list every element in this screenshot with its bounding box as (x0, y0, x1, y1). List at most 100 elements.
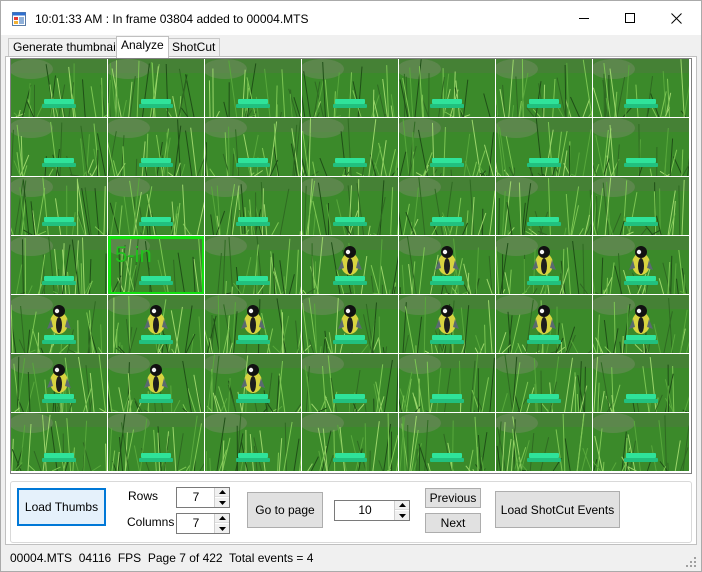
page-stepper-arrows (394, 501, 409, 520)
thumbnail-cell[interactable] (399, 59, 496, 118)
maximize-icon (625, 13, 635, 23)
thumbnail-cell[interactable] (108, 295, 205, 354)
thumbnail-cell[interactable] (496, 236, 593, 295)
thumbnail-image (11, 413, 107, 471)
thumbnail-cell[interactable] (205, 236, 302, 295)
thumbnail-cell[interactable] (496, 295, 593, 354)
page-stepper[interactable]: 10 (334, 500, 410, 521)
next-button[interactable]: Next (425, 513, 481, 533)
thumbnail-cell[interactable] (399, 236, 496, 295)
rows-down-button[interactable] (215, 498, 229, 507)
thumbnail-cell[interactable] (205, 413, 302, 472)
thumbnail-cell[interactable] (593, 354, 690, 413)
thumbnail-grid: 5-in (11, 59, 691, 473)
columns-stepper[interactable]: 7 (176, 513, 230, 534)
status-bar: 00004.MTS 04116 FPS Page 7 of 422 Total … (1, 547, 701, 571)
tab-strip: Generate thumbnails Analyze ShotCut (1, 35, 701, 58)
thumbnail-image (11, 236, 107, 294)
rows-up-button[interactable] (215, 488, 229, 497)
thumbnail-image (108, 59, 204, 117)
thumbnail-cell[interactable] (11, 295, 108, 354)
go-to-page-button[interactable]: Go to page (247, 492, 323, 528)
thumbnail-image (205, 236, 301, 294)
tab-generate-thumbnails[interactable]: Generate thumbnails (8, 38, 130, 57)
columns-up-button[interactable] (215, 514, 229, 523)
thumbnail-cell[interactable] (302, 354, 399, 413)
thumbnail-cell[interactable] (399, 177, 496, 236)
thumbnail-cell[interactable]: 5-in (108, 236, 205, 295)
thumbnail-cell[interactable] (108, 177, 205, 236)
thumbnail-cell[interactable] (399, 413, 496, 472)
resize-grip-icon[interactable] (685, 556, 697, 568)
thumbnail-cell[interactable] (399, 354, 496, 413)
status-text: 00004.MTS 04116 FPS Page 7 of 422 Total … (10, 551, 314, 565)
thumbnail-cell[interactable] (496, 413, 593, 472)
thumbnail-image (593, 236, 689, 294)
thumbnail-image (11, 118, 107, 176)
previous-button[interactable]: Previous (425, 488, 481, 508)
thumbnail-image (399, 118, 495, 176)
thumbnail-cell[interactable] (593, 177, 690, 236)
thumbnail-cell[interactable] (302, 236, 399, 295)
thumbnail-cell[interactable] (108, 354, 205, 413)
tab-shotcut[interactable]: ShotCut (167, 38, 221, 57)
app-window-icon[interactable] (12, 12, 26, 26)
thumbnail-cell[interactable] (496, 118, 593, 177)
thumbnail-cell[interactable] (11, 413, 108, 472)
page-down-button[interactable] (395, 511, 409, 520)
minimize-button[interactable] (561, 1, 607, 35)
thumbnail-image (496, 59, 592, 117)
rows-stepper[interactable]: 7 (176, 487, 230, 508)
thumbnail-cell[interactable] (205, 177, 302, 236)
thumbnail-cell[interactable] (11, 59, 108, 118)
thumbnail-cell[interactable] (302, 118, 399, 177)
thumbnail-cell[interactable] (205, 59, 302, 118)
thumbnail-cell[interactable] (593, 118, 690, 177)
thumbnail-cell[interactable] (593, 236, 690, 295)
thumbnail-image (11, 59, 107, 117)
thumbnail-image (11, 295, 107, 353)
thumbnail-cell[interactable] (205, 118, 302, 177)
thumbnail-cell[interactable] (496, 177, 593, 236)
thumbnail-cell[interactable] (302, 59, 399, 118)
thumbnail-cell[interactable] (399, 295, 496, 354)
thumbnail-image (496, 177, 592, 235)
window-title: 10:01:33 AM : In frame 03804 added to 00… (35, 12, 309, 26)
thumbnail-image (399, 59, 495, 117)
maximize-button[interactable] (607, 1, 653, 35)
thumbnail-cell[interactable] (11, 177, 108, 236)
thumbnail-cell[interactable] (108, 59, 205, 118)
thumbnail-cell[interactable] (399, 118, 496, 177)
thumbnail-cell[interactable] (108, 118, 205, 177)
page-up-button[interactable] (395, 501, 409, 510)
close-icon (670, 12, 682, 24)
thumbnail-cell[interactable] (593, 413, 690, 472)
thumbnail-image (11, 354, 107, 412)
thumbnail-cell[interactable] (11, 236, 108, 295)
thumbnail-cell[interactable] (11, 354, 108, 413)
thumbnail-cell[interactable] (205, 295, 302, 354)
chevron-up-icon (218, 490, 226, 494)
thumbnail-cell[interactable] (302, 413, 399, 472)
thumbnail-cell[interactable] (108, 413, 205, 472)
thumbnail-cell[interactable] (302, 295, 399, 354)
load-shotcut-events-button[interactable]: Load ShotCut Events (495, 491, 620, 528)
chevron-up-icon (218, 516, 226, 520)
thumbnail-image (593, 118, 689, 176)
tab-analyze[interactable]: Analyze (116, 36, 169, 58)
thumbnail-cell[interactable] (496, 59, 593, 118)
thumbnail-cell[interactable] (11, 118, 108, 177)
close-button[interactable] (653, 1, 699, 35)
thumbnail-image (205, 413, 301, 471)
load-thumbs-button[interactable]: Load Thumbs (17, 488, 106, 526)
thumbnail-image (205, 295, 301, 353)
columns-down-button[interactable] (215, 524, 229, 533)
thumbnail-image (108, 177, 204, 235)
columns-stepper-arrows (214, 514, 229, 533)
thumbnail-cell[interactable] (302, 177, 399, 236)
thumbnail-cell[interactable] (593, 295, 690, 354)
thumbnail-cell[interactable] (205, 354, 302, 413)
chevron-down-icon (398, 513, 406, 518)
thumbnail-cell[interactable] (496, 354, 593, 413)
thumbnail-cell[interactable] (593, 59, 690, 118)
